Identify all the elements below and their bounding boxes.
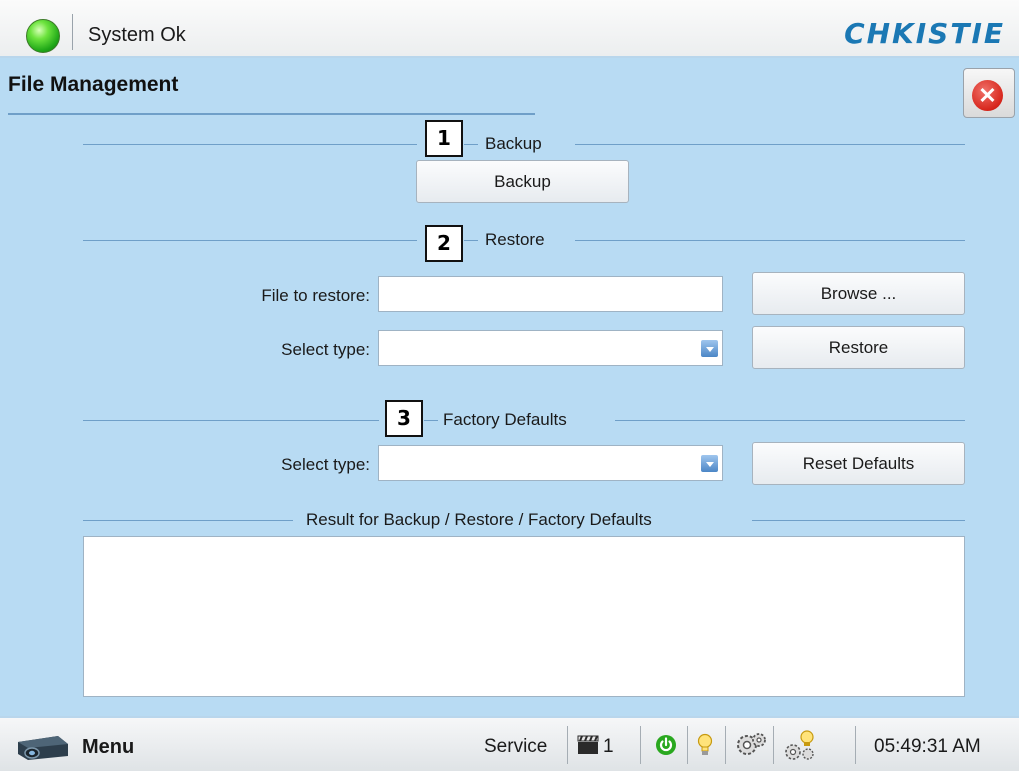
divider [725,726,726,764]
restore-type-select[interactable] [378,330,723,366]
backup-section-label: Backup [485,134,542,153]
restore-button[interactable]: Restore [752,326,965,369]
status-light-icon [26,19,60,53]
top-status-bar: System Ok CHKISTIE [0,0,1019,58]
section-divider [83,420,379,421]
close-button[interactable]: ✕ [963,68,1015,118]
section-divider [464,144,478,145]
title-underline [8,113,535,115]
close-icon: ✕ [972,80,1003,111]
divider [687,726,688,764]
section-divider [83,144,417,145]
file-to-restore-input[interactable] [378,276,723,312]
bottom-status-bar: Menu Service 1 05:49:31 AM [0,716,1019,771]
result-output-area[interactable] [83,536,965,697]
section-divider [83,520,293,521]
clock-time: 05:49:31 AM [874,736,981,757]
factory-type-select[interactable] [378,445,723,481]
callout-marker-1: 1 [425,120,463,157]
section-divider [83,240,417,241]
divider [567,726,568,764]
backup-button[interactable]: Backup [416,160,629,203]
chevron-down-icon[interactable] [701,455,718,472]
service-mode-label: Service [484,736,548,757]
menu-button[interactable]: Menu [10,724,160,768]
divider [773,726,774,764]
section-divider [424,420,438,421]
bulb-icon[interactable] [697,733,713,757]
browse-button[interactable]: Browse ... [752,272,965,315]
section-divider [464,240,478,241]
section-divider [575,240,965,241]
lamp-gear-icon[interactable] [783,729,817,761]
christie-logo: CHKISTIE [844,17,1005,50]
divider [72,14,73,50]
divider [855,726,856,764]
callout-marker-2: 2 [425,225,463,262]
power-icon[interactable] [655,734,677,756]
result-section-label: Result for Backup / Restore / Factory De… [306,510,652,529]
factory-defaults-section-label: Factory Defaults [443,410,567,429]
restore-select-type-label: Select type: [281,340,370,359]
file-management-panel: File Management ✕ 1 Backup Backup 2 Rest… [0,58,1019,716]
reset-defaults-button[interactable]: Reset Defaults [752,442,965,485]
channel-number: 1 [603,736,614,757]
file-to-restore-label: File to restore: [261,286,370,305]
section-divider [752,520,965,521]
menu-label: Menu [82,736,135,758]
restore-section-label: Restore [485,230,545,249]
chevron-down-icon[interactable] [701,340,718,357]
system-status-text: System Ok [88,24,186,46]
gear-icon[interactable] [735,731,767,759]
factory-select-type-label: Select type: [281,455,370,474]
clapper-icon[interactable] [577,735,599,755]
page-title: File Management [8,73,179,96]
projector-icon [18,736,68,760]
section-divider [575,144,965,145]
callout-marker-3: 3 [385,400,423,437]
divider [640,726,641,764]
section-divider [615,420,965,421]
